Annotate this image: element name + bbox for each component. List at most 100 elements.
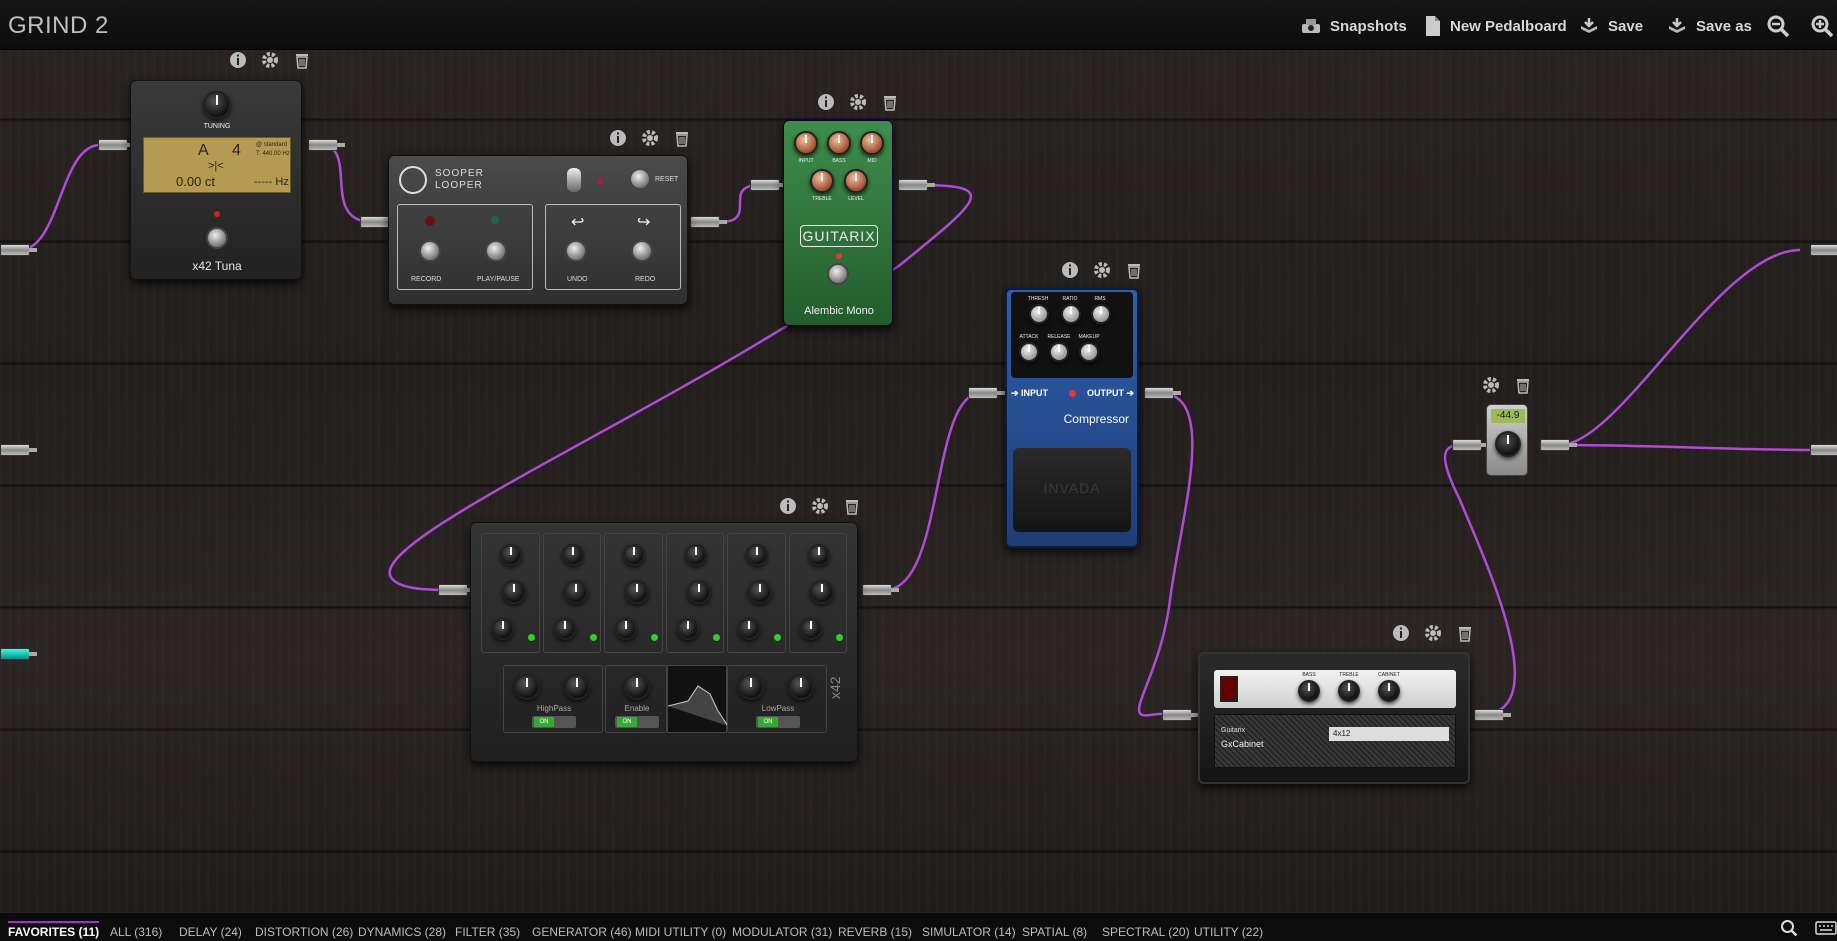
trash-icon[interactable] [292,50,312,70]
tuner-input-jack[interactable] [98,139,135,151]
eq-q-knob[interactable] [553,618,576,640]
gain-output-jack[interactable] [1540,439,1577,451]
lowpass-toggle[interactable]: ON [756,716,800,728]
eq-freq-knob[interactable] [746,544,768,566]
eq-freq-knob[interactable] [684,544,707,566]
info-icon[interactable] [608,128,628,148]
keyboard-button[interactable] [1815,921,1837,940]
eq-gain-knob[interactable] [809,580,834,604]
cabinet-output-jack[interactable] [1474,709,1511,721]
info-icon[interactable] [228,50,248,70]
trash-icon[interactable] [1513,375,1533,395]
gear-icon[interactable] [1423,623,1443,643]
eq-gain-knob[interactable] [563,580,588,604]
compressor-plugin[interactable]: THRESH RATIO RMS ATTACK RELEASE MAKEUP ➔… [1005,288,1139,548]
lowpass-q-knob[interactable] [788,674,814,700]
trash-icon[interactable] [1455,623,1475,643]
eq-freq-knob[interactable] [500,544,522,566]
save-as-button[interactable]: Save as [1666,14,1752,38]
treble-knob[interactable] [810,169,834,193]
info-icon[interactable] [816,92,836,112]
cab-treble-knob[interactable] [1338,680,1360,702]
tuner-plugin[interactable]: TUNING A 4 @ standard T: 440.00 Hz >|< 0… [130,80,302,280]
redo-switch[interactable] [631,240,653,262]
gear-icon[interactable] [1481,375,1501,395]
eq-output-jack[interactable] [862,584,899,596]
snapshots-button[interactable]: Snapshots [1300,14,1407,38]
board-output-jack[interactable] [1810,244,1837,256]
gain-input-jack[interactable] [1452,439,1489,451]
compressor-input-jack[interactable] [968,387,1005,399]
trash-icon[interactable] [842,496,862,516]
board-input-jack[interactable] [0,648,37,660]
cab-cabinet-knob[interactable] [1378,680,1400,702]
zoom-in-button[interactable] [1810,14,1834,38]
zoom-out-button[interactable] [1766,14,1790,38]
trash-icon[interactable] [672,128,692,148]
gear-icon[interactable] [848,92,868,112]
cabinet-input-jack[interactable] [1162,709,1199,721]
eq-q-knob[interactable] [676,618,699,640]
category-tab-modulator[interactable]: MODULATOR (31) [732,925,832,939]
enable-gain-knob[interactable] [624,674,650,700]
gear-icon[interactable] [640,128,660,148]
category-tab-delay[interactable]: DELAY (24) [179,925,242,939]
info-icon[interactable] [1391,623,1411,643]
cabinet-model-select[interactable]: 4x12 [1329,727,1449,741]
category-tab-distortion[interactable]: DISTORTION (26) [255,925,353,939]
category-tab-midi-utility[interactable]: MIDI UTILITY (0) [635,925,726,939]
play-pause-switch[interactable] [485,240,507,262]
gear-icon[interactable] [260,50,280,70]
compressor-footswitch[interactable]: INVADA [1013,448,1131,532]
release-knob[interactable] [1049,342,1069,362]
tuning-knob[interactable] [203,91,231,119]
eq-freq-knob[interactable] [623,544,645,566]
guitarix-output-jack[interactable] [898,179,935,191]
category-tab-favorites[interactable]: FAVORITES (11) [8,921,100,939]
board-input-jack[interactable] [0,244,37,256]
category-tab-generator[interactable]: GENERATOR (46) [532,925,632,939]
input-knob[interactable] [794,131,818,155]
guitarix-input-jack[interactable] [750,179,787,191]
category-tab-simulator[interactable]: SIMULATOR (14) [922,925,1016,939]
eq-gain-knob[interactable] [502,580,526,604]
eq-q-knob[interactable] [738,618,760,640]
trash-icon[interactable] [880,92,900,112]
bass-knob[interactable] [827,131,851,155]
gear-icon[interactable] [1092,260,1112,280]
enable-toggle[interactable]: ON [615,716,659,728]
eq-plugin[interactable]: HighPass ON Enable ON LowPass ON x42 [470,522,858,762]
trash-icon[interactable] [1124,260,1144,280]
eq-q-knob[interactable] [492,618,514,640]
undo-switch[interactable] [565,240,587,262]
record-switch[interactable] [419,240,441,262]
cab-bass-knob[interactable] [1298,680,1320,702]
category-tab-spectral[interactable]: SPECTRAL (20) [1102,925,1190,939]
highpass-freq-knob[interactable] [514,674,540,700]
board-output-jack[interactable] [1810,444,1837,456]
ratio-knob[interactable] [1061,304,1081,324]
looper-reset-switch[interactable] [629,168,651,190]
eq-input-jack[interactable] [438,584,475,596]
rms-knob[interactable] [1091,304,1111,324]
cabinet-power-switch[interactable] [1220,676,1238,702]
highpass-toggle[interactable]: ON [532,716,576,728]
tuner-footswitch[interactable] [206,227,228,249]
category-tab-filter[interactable]: FILTER (35) [455,925,520,939]
new-pedalboard-button[interactable]: New Pedalboard [1424,14,1567,38]
makeup-knob[interactable] [1079,342,1099,362]
gain-plugin[interactable]: -44.9 [1486,404,1528,476]
eq-gain-knob[interactable] [748,580,772,604]
compressor-output-jack[interactable] [1144,387,1181,399]
guitarix-plugin[interactable]: INPUT BASS MID TREBLE LEVEL GUITARIX Ale… [783,120,893,326]
mid-knob[interactable] [860,131,884,155]
board-input-jack[interactable] [0,444,37,456]
highpass-q-knob[interactable] [564,674,590,700]
tuner-output-jack[interactable] [308,139,345,151]
category-tab-spatial[interactable]: SPATIAL (8) [1022,925,1087,939]
looper-output-jack[interactable] [690,216,727,228]
eq-q-knob[interactable] [799,618,822,640]
plugin-search-button[interactable] [1780,919,1798,941]
gear-icon[interactable] [810,496,830,516]
eq-gain-knob[interactable] [686,580,711,604]
